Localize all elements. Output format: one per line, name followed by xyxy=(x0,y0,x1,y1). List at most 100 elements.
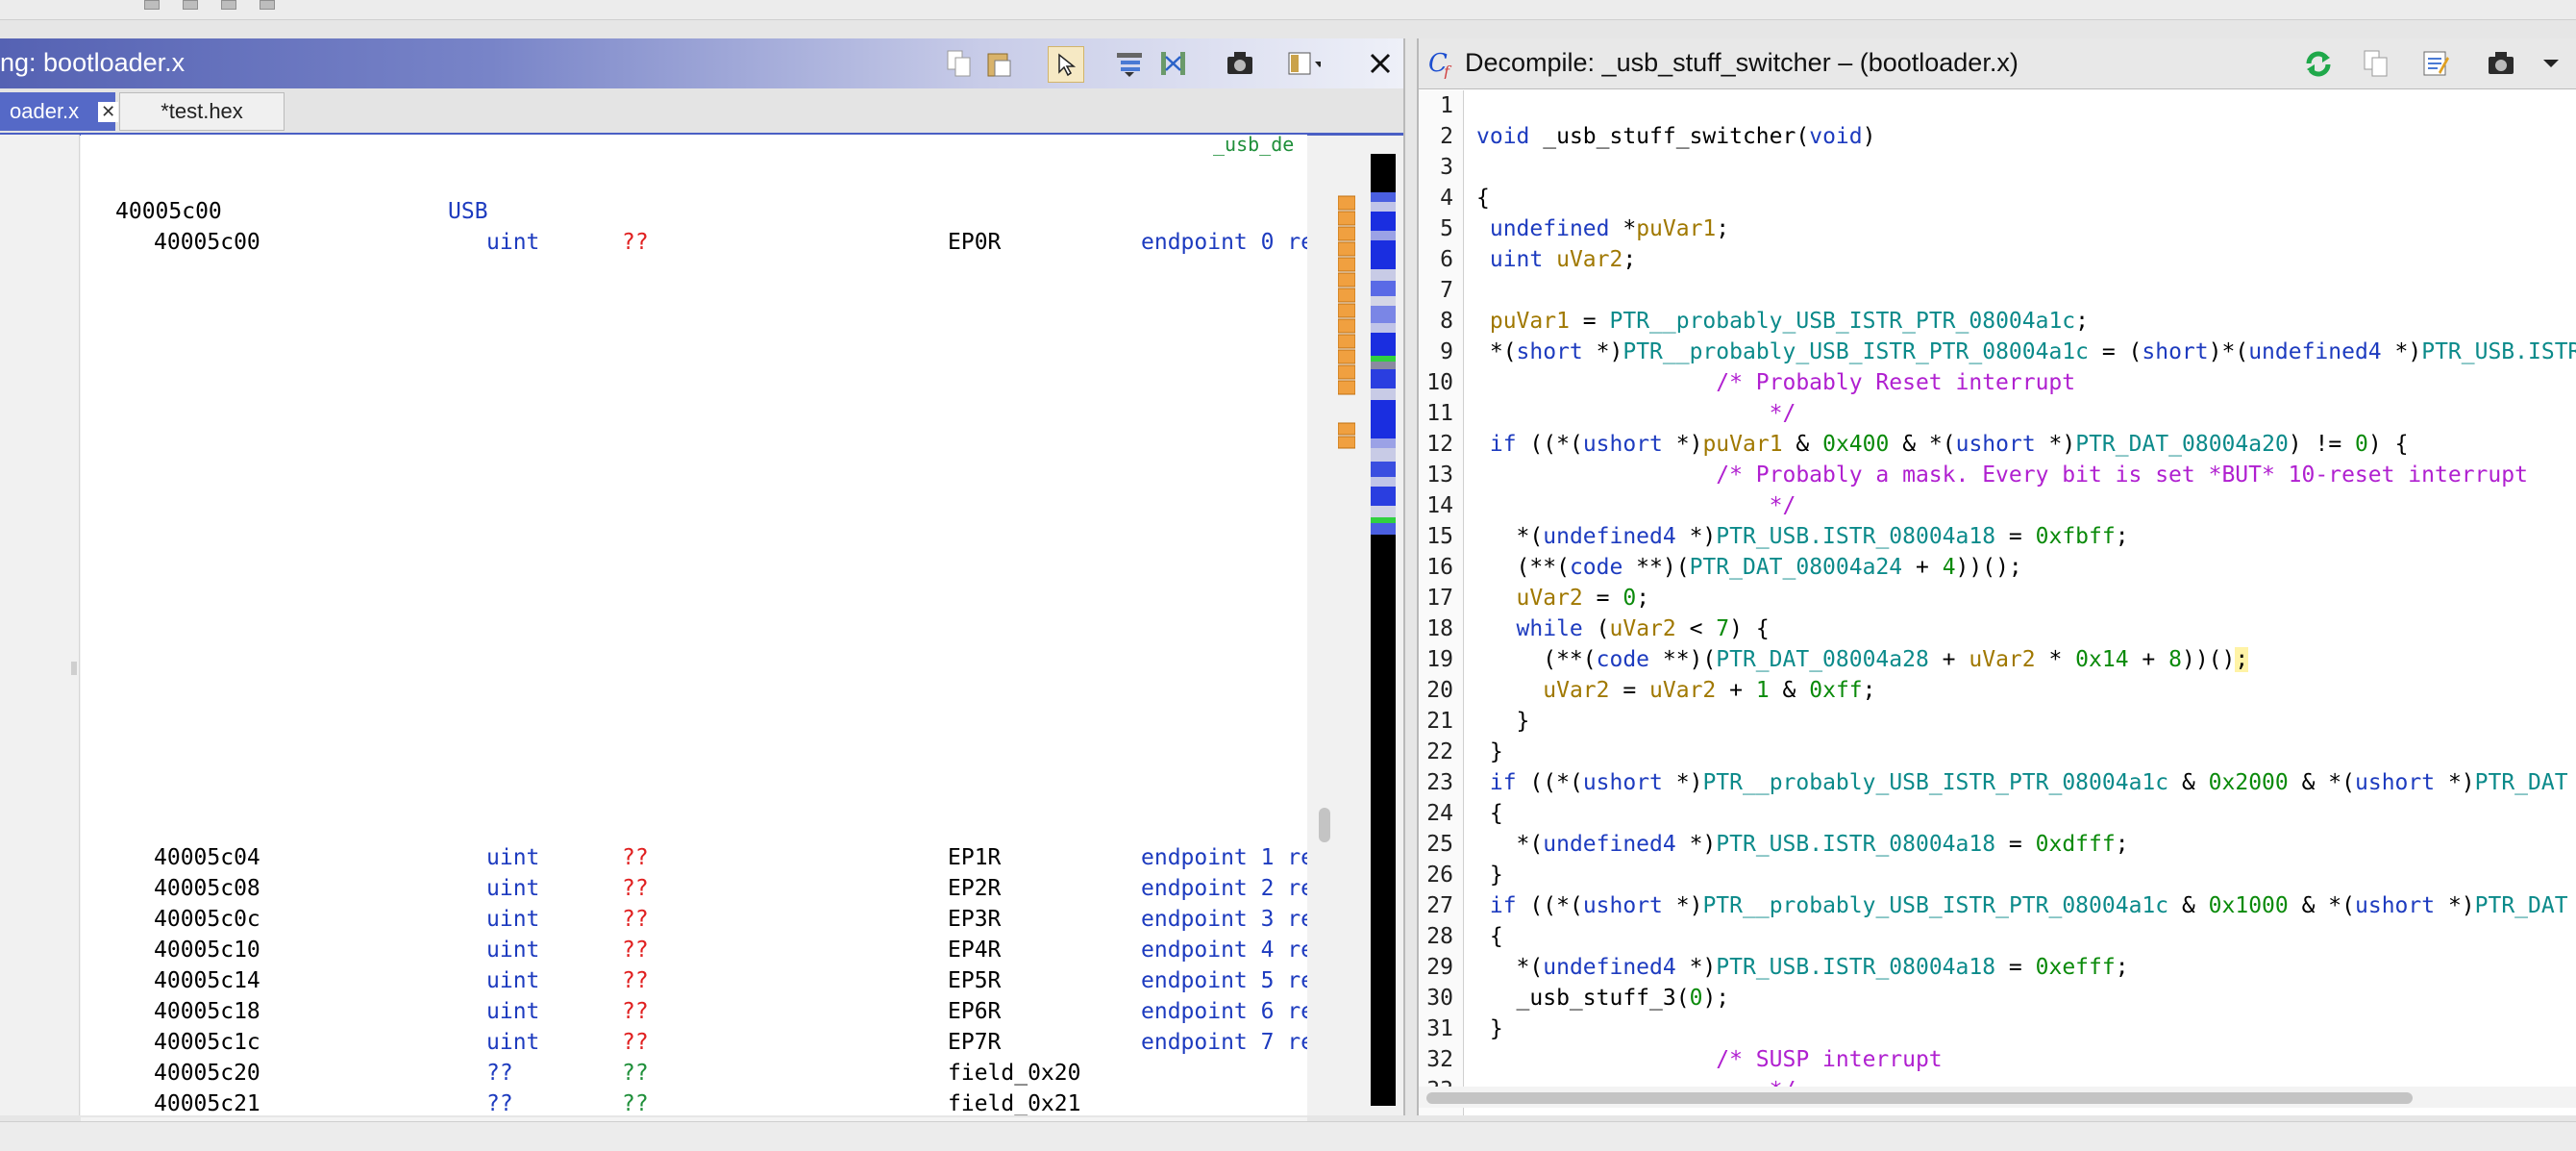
table-row[interactable]: 40005c1c uint ?? EP7R endpoint 7 re xyxy=(81,1027,1307,1058)
line-number: 12 xyxy=(1426,432,1453,457)
line-number: 7 xyxy=(1440,278,1453,303)
line-number: 14 xyxy=(1426,493,1453,518)
line-number: 27 xyxy=(1426,893,1453,918)
code-line[interactable]: { xyxy=(1476,921,1503,952)
row-comment: endpoint 6 re xyxy=(1141,999,1307,1024)
code-line[interactable]: uint uVar2; xyxy=(1476,244,1636,275)
table-row[interactable]: 40005c0c uint ?? EP3R endpoint 3 re xyxy=(81,904,1307,935)
code-line[interactable]: *(undefined4 *)PTR_USB.ISTR_08004a18 = 0… xyxy=(1476,521,2129,552)
line-number: 23 xyxy=(1426,770,1453,795)
snapshot-icon[interactable] xyxy=(2484,46,2518,81)
cursor-icon[interactable] xyxy=(1048,46,1084,83)
row-address: 40005c10 xyxy=(154,938,260,963)
overview-bar[interactable] xyxy=(1371,154,1396,1106)
code-line[interactable]: *(undefined4 *)PTR_USB.ISTR_08004a18 = 0… xyxy=(1476,952,2129,983)
listing-view[interactable]: _usb_de 40005c00 USB 40005c00 uint ?? EP… xyxy=(81,135,1307,1115)
code-line[interactable]: /* SUSP interrupt xyxy=(1476,1044,1942,1075)
copy-icon[interactable] xyxy=(2359,46,2393,81)
listing-tab-strip: oader.x ✕ *test.hex xyxy=(0,88,1403,136)
code-line[interactable]: { xyxy=(1476,798,1503,829)
scrollbar-thumb[interactable] xyxy=(1426,1092,2413,1104)
code-line[interactable]: undefined *puVar1; xyxy=(1476,213,1729,244)
row-value: ?? xyxy=(622,845,649,870)
table-row[interactable]: 40005c10 uint ?? EP4R endpoint 4 re xyxy=(81,935,1307,965)
diff-icon[interactable] xyxy=(1157,46,1192,81)
toolbar-button[interactable] xyxy=(183,0,198,10)
code-line[interactable]: (**(code **)(PTR_DAT_08004a24 + 4))(); xyxy=(1476,552,2022,583)
table-row[interactable]: 40005c21 ?? ?? field_0x21 xyxy=(81,1088,1307,1115)
line-number: 18 xyxy=(1426,616,1453,641)
code-line[interactable]: puVar1 = PTR__probably_USB_ISTR_PTR_0800… xyxy=(1476,306,2089,337)
function-label[interactable]: _usb_de xyxy=(1213,135,1294,160)
line-number: 28 xyxy=(1426,924,1453,949)
decompile-title-bar: C f Decompile: _usb_stuff_switcher – (bo… xyxy=(1419,38,2576,89)
refresh-icon[interactable] xyxy=(2301,46,2336,81)
toolbar-button[interactable] xyxy=(221,0,236,10)
row-type: uint xyxy=(486,968,540,993)
table-row[interactable]: 40005c00 uint ?? EP0R endpoint 0 re xyxy=(81,227,1307,258)
line-number: 26 xyxy=(1426,863,1453,888)
tab-bootloader[interactable]: oader.x ✕ xyxy=(0,92,119,131)
code-line[interactable]: (**(code **)(PTR_DAT_08004a28 + uVar2 * … xyxy=(1476,644,2249,675)
field-layout-icon[interactable] xyxy=(1113,46,1148,81)
line-number: 9 xyxy=(1440,339,1453,364)
code-line[interactable]: *(short *)PTR__probably_USB_ISTR_PTR_080… xyxy=(1476,337,2576,367)
code-line[interactable]: uVar2 = uVar2 + 1 & 0xff; xyxy=(1476,675,1875,706)
code-horizontal-scrollbar[interactable] xyxy=(1419,1087,2576,1108)
close-icon[interactable] xyxy=(1363,46,1398,81)
row-comment: endpoint 2 re xyxy=(1141,876,1307,901)
row-name: EP1R xyxy=(948,845,1002,870)
decompiled-code-view[interactable]: void _usb_stuff_switcher(void) { undefine… xyxy=(1465,90,2576,1115)
line-number: 31 xyxy=(1426,1016,1453,1041)
window-menu-icon[interactable] xyxy=(1286,46,1321,81)
code-line[interactable]: while (uVar2 < 7) { xyxy=(1476,613,1770,644)
tab-test-hex[interactable]: *test.hex xyxy=(119,92,285,131)
code-line[interactable]: /* Probably Reset interrupt xyxy=(1476,367,2075,398)
line-number: 17 xyxy=(1426,586,1453,611)
table-row[interactable]: 40005c14 uint ?? EP5R endpoint 5 re xyxy=(81,965,1307,996)
row-address: 40005c0c xyxy=(154,907,260,932)
row-type: ?? xyxy=(486,1091,513,1115)
code-line[interactable]: uVar2 = 0; xyxy=(1476,583,1650,613)
paste-icon[interactable] xyxy=(982,46,1017,81)
table-row[interactable]: 40005c18 uint ?? EP6R endpoint 6 re xyxy=(81,996,1307,1027)
toolbar-button[interactable] xyxy=(144,0,160,10)
code-line[interactable]: */ xyxy=(1476,398,1796,429)
segment-address: 40005c00 xyxy=(115,199,222,224)
code-line[interactable]: } xyxy=(1476,1013,1503,1044)
code-line[interactable]: if ((*(ushort *)puVar1 & 0x400 & *(ushor… xyxy=(1476,429,2409,460)
row-address: 40005c14 xyxy=(154,968,260,993)
line-number: 29 xyxy=(1426,955,1453,980)
code-line[interactable]: } xyxy=(1476,860,1503,890)
line-number: 25 xyxy=(1426,832,1453,857)
code-line[interactable]: /* Probably a mask. Every bit is set *BU… xyxy=(1476,460,2528,490)
code-line[interactable]: void _usb_stuff_switcher(void) xyxy=(1476,121,1875,152)
dropdown-icon[interactable] xyxy=(2534,46,2568,81)
edit-icon[interactable] xyxy=(2418,46,2453,81)
toolbar-button[interactable] xyxy=(260,0,275,10)
listing-vertical-scrollbar[interactable] xyxy=(1319,808,1330,842)
code-line[interactable]: *(undefined4 *)PTR_USB.ISTR_08004a18 = 0… xyxy=(1476,829,2129,860)
tab-label: *test.hex xyxy=(161,99,243,123)
row-type: uint xyxy=(486,876,540,901)
copy-icon[interactable] xyxy=(942,46,977,81)
row-value: ?? xyxy=(622,968,649,993)
row-comment: endpoint 4 re xyxy=(1141,938,1307,963)
code-line[interactable]: */ xyxy=(1476,490,1796,521)
segment-row[interactable]: 40005c00 USB xyxy=(81,196,1307,227)
row-value: ?? xyxy=(622,876,649,901)
table-row[interactable]: 40005c04 uint ?? EP1R endpoint 1 re xyxy=(81,842,1307,873)
snapshot-icon[interactable] xyxy=(1223,46,1257,81)
code-line[interactable]: } xyxy=(1476,706,1530,737)
table-row[interactable]: 40005c20 ?? ?? field_0x20 xyxy=(81,1058,1307,1088)
code-line[interactable]: { xyxy=(1476,183,1490,213)
code-line[interactable]: if ((*(ushort *)PTR__probably_USB_ISTR_P… xyxy=(1476,890,2568,921)
code-line[interactable]: if ((*(ushort *)PTR__probably_USB_ISTR_P… xyxy=(1476,767,2568,798)
row-comment: endpoint 1 re xyxy=(1141,845,1307,870)
row-name: EP4R xyxy=(948,938,1002,963)
table-row[interactable]: 40005c08 uint ?? EP2R endpoint 2 re xyxy=(81,873,1307,904)
code-line[interactable]: _usb_stuff_3(0); xyxy=(1476,983,1730,1013)
tab-close-icon[interactable]: ✕ xyxy=(98,101,119,122)
decompile-panel: C f Decompile: _usb_stuff_switcher – (bo… xyxy=(1417,38,2576,1115)
code-line[interactable]: } xyxy=(1476,737,1503,767)
